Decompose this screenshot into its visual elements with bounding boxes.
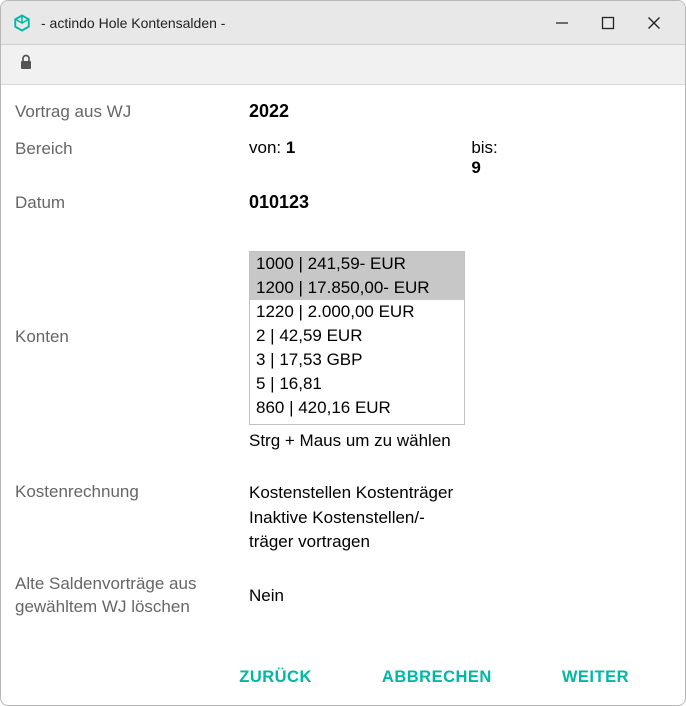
minimize-button[interactable] xyxy=(539,1,585,45)
account-item[interactable]: 3 | 17,53 GBP xyxy=(250,348,464,372)
lock-icon xyxy=(19,54,33,75)
account-item[interactable]: 1200 | 17.850,00- EUR xyxy=(250,276,464,300)
datum-label: Datum xyxy=(15,192,249,215)
accounts-list[interactable]: 1000 | 241,59- EUR 1200 | 17.850,00- EUR… xyxy=(249,251,465,425)
delete-salden-value[interactable]: Nein xyxy=(249,586,284,606)
app-window: - actindo Hole Kontensalden - Vortrag au… xyxy=(0,0,686,706)
footer-buttons: ZURÜCK ABBRECHEN WEITER xyxy=(15,649,671,705)
datum-value[interactable]: 010123 xyxy=(249,192,309,213)
delete-salden-label: Alte Saldenvorträge aus gewähltem WJ lös… xyxy=(15,573,249,619)
account-item[interactable]: 1220 | 2.000,00 EUR xyxy=(250,300,464,324)
account-item[interactable]: 2 | 42,59 EUR xyxy=(250,324,464,348)
kostenrechnung-value[interactable]: Kostenstellen Kostenträger Inaktive Kost… xyxy=(249,481,469,555)
kostenrechnung-label: Kostenrechnung xyxy=(15,481,249,504)
bereich-label: Bereich xyxy=(15,138,249,161)
titlebar: - actindo Hole Kontensalden - xyxy=(1,1,685,45)
account-item[interactable]: 1000 | 241,59- EUR xyxy=(250,252,464,276)
cancel-button[interactable]: ABBRECHEN xyxy=(382,668,492,687)
back-button[interactable]: ZURÜCK xyxy=(239,668,312,687)
next-button[interactable]: WEITER xyxy=(562,668,629,687)
account-item[interactable]: 860 | 420,16 EUR xyxy=(250,396,464,420)
close-button[interactable] xyxy=(631,1,677,45)
konten-label: Konten xyxy=(15,326,249,349)
account-item-partial[interactable] xyxy=(250,420,464,424)
maximize-button[interactable] xyxy=(585,1,631,45)
vortrag-label: Vortrag aus WJ xyxy=(15,101,249,124)
app-icon xyxy=(13,14,31,32)
bereich-von[interactable]: von: 1 xyxy=(249,138,295,178)
account-item[interactable]: 5 | 16,81 xyxy=(250,372,464,396)
konten-hint: Strg + Maus um zu wählen xyxy=(249,431,671,451)
secondary-toolbar xyxy=(1,45,685,85)
bereich-bis[interactable]: bis: 9 xyxy=(471,138,497,178)
window-title: - actindo Hole Kontensalden - xyxy=(41,15,539,31)
vortrag-value[interactable]: 2022 xyxy=(249,101,289,122)
